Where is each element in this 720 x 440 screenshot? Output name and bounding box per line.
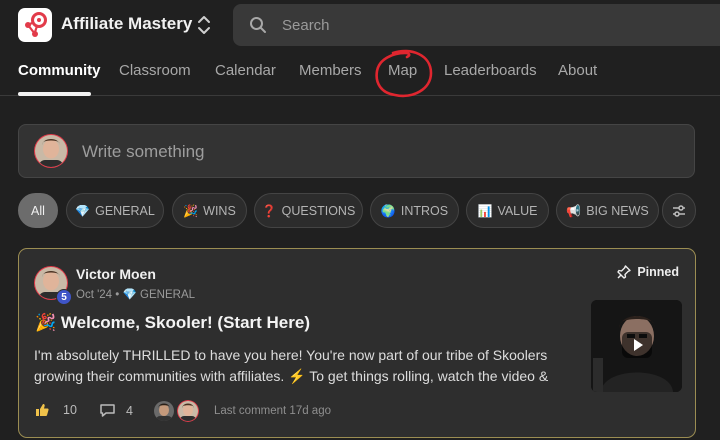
post-category[interactable]: GENERAL [140,289,195,301]
thumbs-up-icon [36,404,49,416]
tab-community[interactable]: Community [18,62,101,79]
tab-leaderboards[interactable]: Leaderboards [444,62,537,79]
filter-label: WINS [203,203,236,218]
filter-intros[interactable]: 🌍 INTROS [370,193,459,228]
post-title-text: Welcome, Skooler! (Start Here) [60,313,310,332]
affiliate-logo-icon [25,12,47,37]
last-comment-time: Last comment 17d ago [214,405,331,417]
post-meta: Oct '24 • 💎 GENERAL [76,289,196,301]
bar-chart-icon: 📊 [477,203,493,218]
globe-icon: 🌍 [380,203,396,218]
megaphone-icon: 📢 [566,203,582,218]
red-circle-annotation [375,49,433,98]
question-mark-icon: ❓ [261,203,277,218]
filter-all[interactable]: All [18,193,58,228]
like-button[interactable]: 10 [35,403,77,417]
post-body: I'm absolutely THRILLED to have you here… [34,347,549,384]
filter-label: GENERAL [95,203,155,218]
filter-label: BIG NEWS [586,203,649,218]
comment-button[interactable]: 4 [99,403,133,418]
tab-about[interactable]: About [558,62,597,79]
pin-icon [617,265,632,279]
filter-big-news[interactable]: 📢 BIG NEWS [556,193,659,228]
filter-wins[interactable]: 🎉 WINS [172,193,247,228]
search-input[interactable]: Search [282,17,330,34]
like-count: 10 [63,403,77,417]
pinned-label: Pinned [637,265,679,279]
app-logo[interactable] [18,8,52,42]
top-header: Affiliate Mastery Search [0,0,720,96]
chevron-updown-icon[interactable] [196,14,212,36]
filter-label: VALUE [497,203,538,218]
pinned-indicator: Pinned [617,265,679,279]
post-title[interactable]: 🎉 Welcome, Skooler! (Start Here) [35,313,310,333]
comment-icon [100,404,115,417]
search-bar[interactable]: Search [233,4,720,46]
video-thumbnail[interactable] [591,300,682,392]
comment-count: 4 [126,403,133,418]
active-tab-indicator [18,92,91,96]
party-popper-icon: 🎉 [183,203,199,218]
tab-calendar[interactable]: Calendar [215,62,276,79]
filter-settings-button[interactable] [662,193,696,228]
play-icon[interactable] [622,332,652,358]
diamond-icon: 💎 [75,203,91,218]
filter-general[interactable]: 💎 GENERAL [66,193,164,228]
write-something-input[interactable]: Write something [82,142,205,162]
app-title[interactable]: Affiliate Mastery [61,14,192,34]
diamond-icon: 💎 [122,289,137,301]
filter-label: All [31,203,45,218]
filter-value[interactable]: 📊 VALUE [466,193,549,228]
user-avatar[interactable] [33,133,69,169]
tab-classroom[interactable]: Classroom [119,62,191,79]
filter-label: INTROS [400,203,449,218]
sliders-icon [673,204,685,217]
filter-label: QUESTIONS [281,203,356,218]
party-popper-icon: 🎉 [35,313,57,332]
filter-questions[interactable]: ❓ QUESTIONS [254,193,363,228]
pinned-post-card[interactable]: 5 Victor Moen Oct '24 • 💎 GENERAL Pinned… [18,248,696,438]
search-icon [250,17,266,33]
tab-members[interactable]: Members [299,62,362,79]
commenter-avatar[interactable] [153,400,175,422]
post-date: Oct '24 [76,289,113,301]
author-name[interactable]: Victor Moen [76,266,156,282]
level-badge: 5 [56,289,72,305]
commenter-avatar[interactable] [177,400,199,422]
post-composer[interactable]: Write something [18,124,695,178]
